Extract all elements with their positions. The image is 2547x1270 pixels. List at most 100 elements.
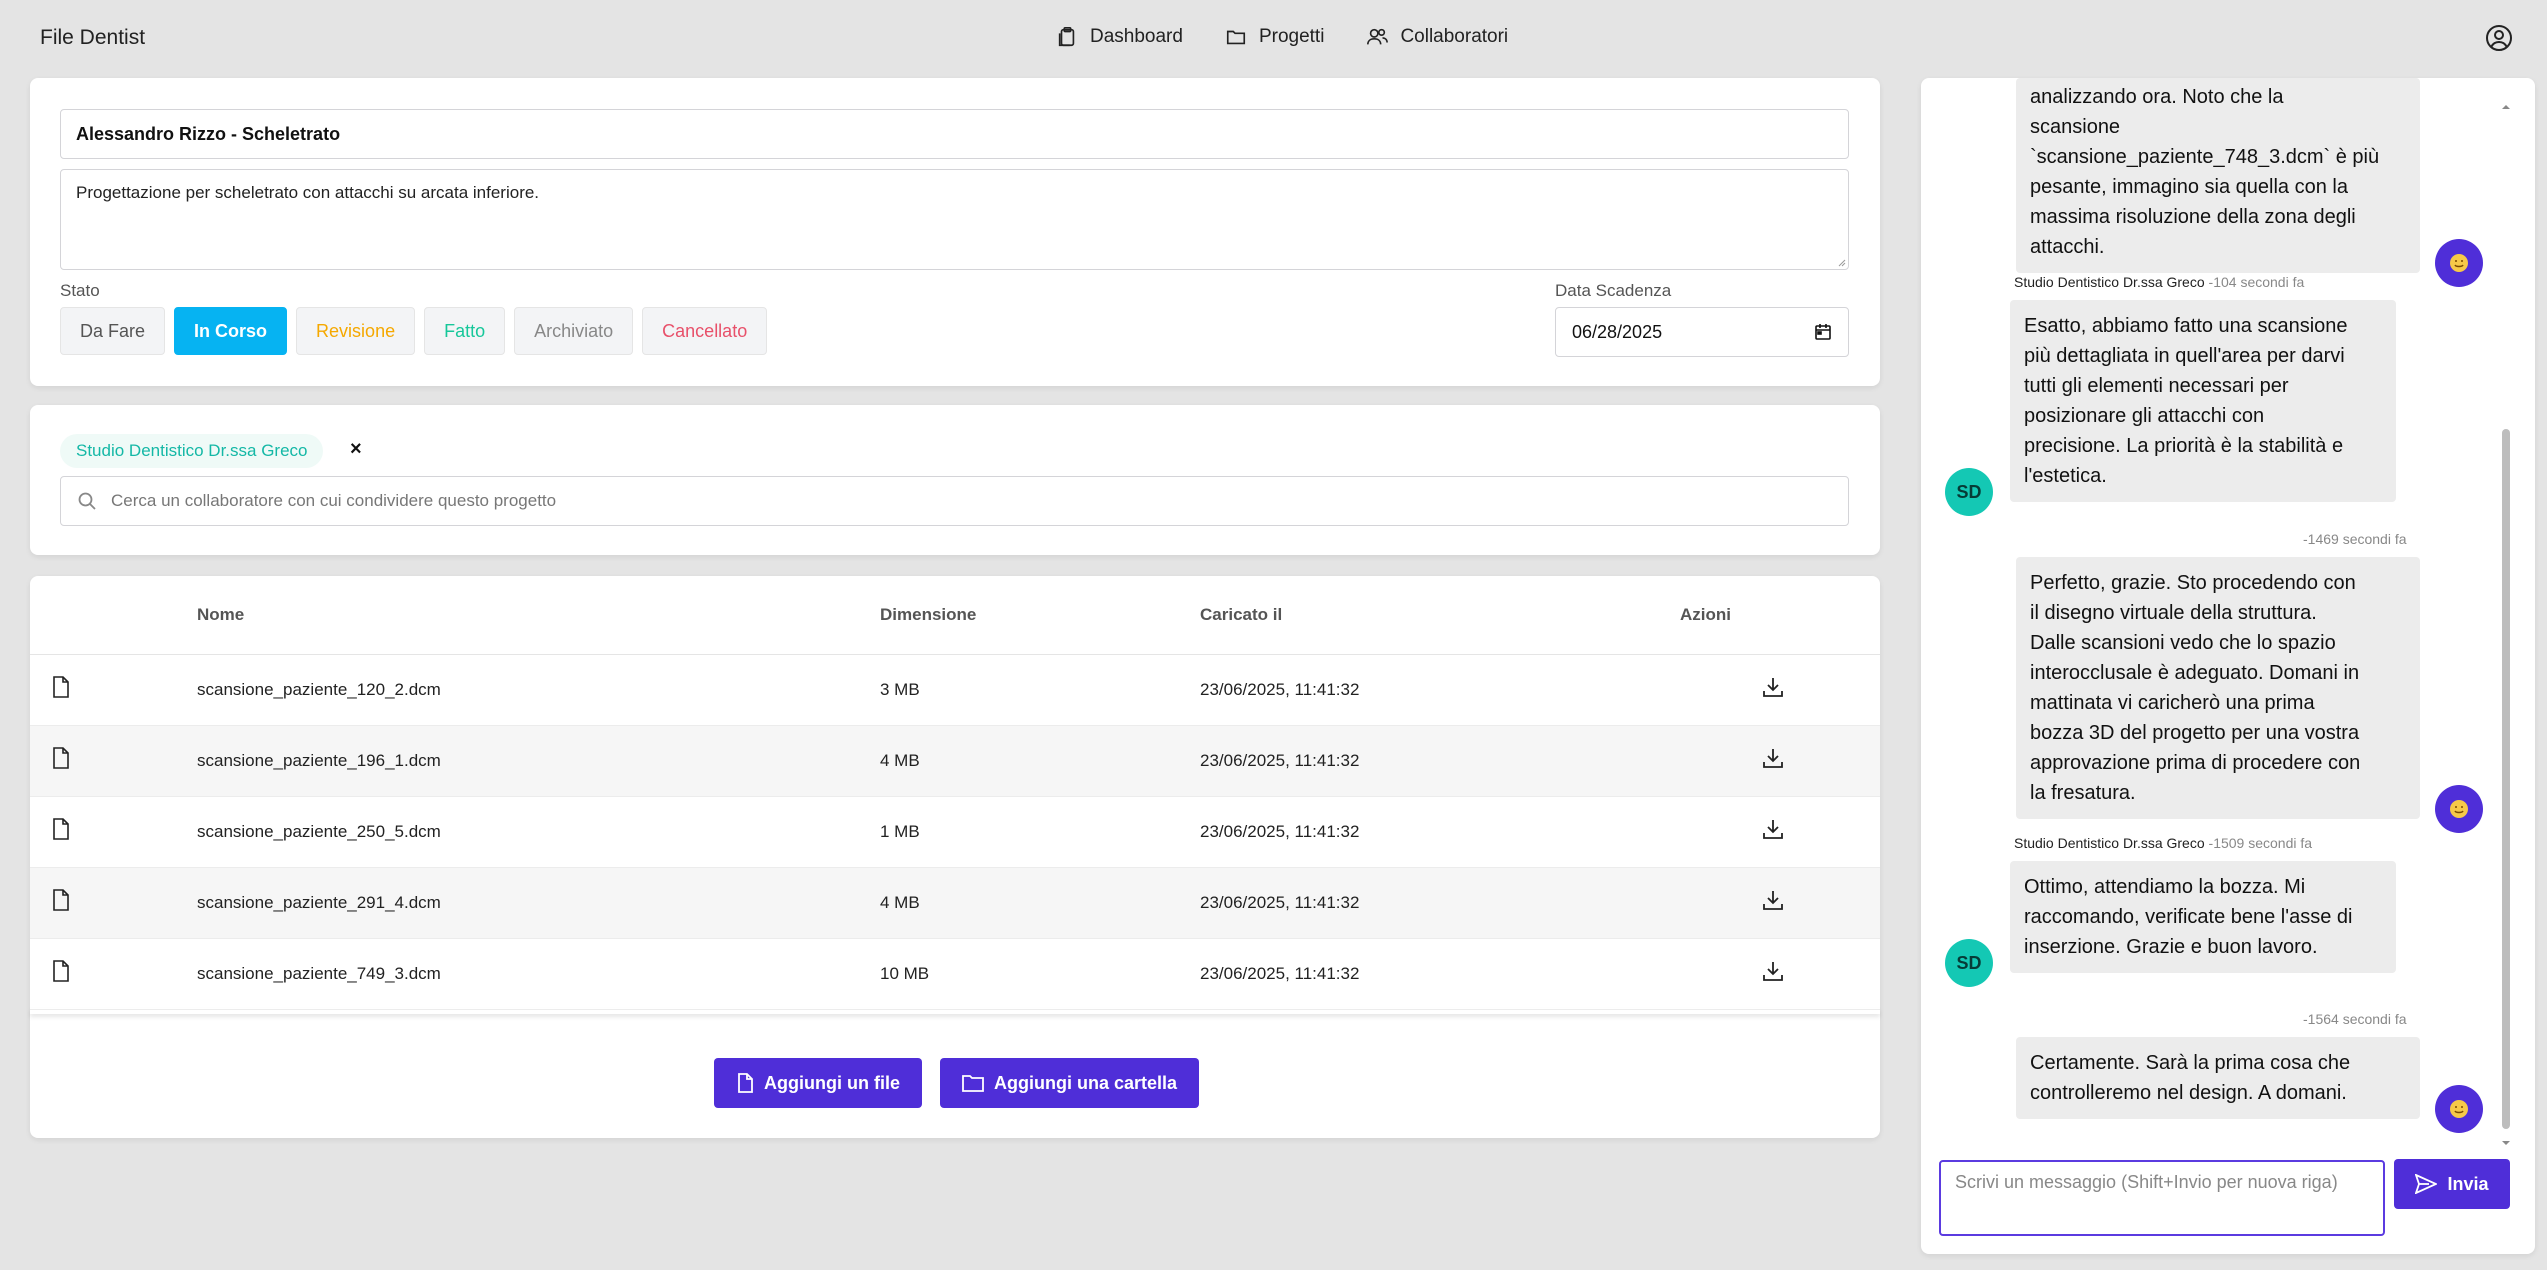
actions-column-header: Azioni [1680,576,1880,655]
download-icon[interactable] [1762,676,1784,698]
send-label: Invia [2447,1173,2489,1194]
table-row[interactable]: scansione_paziente_120_2.dcm 3 MB 23/06/20… [30,654,1880,726]
status-in-corso-button[interactable]: In Corso [174,307,288,355]
table-row[interactable]: scansione_paziente_250_5.dcm 1 MB 23/06/20… [30,796,1880,868]
table-row[interactable]: scansione_paziente_291_4.dcm 4 MB 23/06/20… [30,867,1880,939]
download-icon[interactable] [1762,818,1784,840]
collaborator-avatar: SD [1945,468,1993,516]
download-icon[interactable] [1762,889,1784,911]
project-details-card: Alessandro Rizzo - Scheletrato Progettaz… [30,78,1880,386]
message-bubble: Esatto, abbiamo fatto una scansione più d… [2010,300,2396,502]
message-line: bozza 3D del progetto per una vostra [2030,722,2360,744]
file-name[interactable]: scansione_paziente_250_5.dcm [197,796,880,868]
status-archiviato-button[interactable]: Archiviato [514,307,634,355]
message-line: interocclusale è adeguato. Domani in [2030,662,2360,684]
status-da-fare-button[interactable]: Da Fare [60,307,166,355]
project-title-input[interactable]: Alessandro Rizzo - Scheletrato [60,109,1849,159]
status-cancellato-button[interactable]: Cancellato [642,307,768,355]
add-file-label: Aggiungi un file [764,1072,900,1093]
due-date-label: Data Scadenza [1555,281,1672,300]
files-card: Nome Dimensione Caricato il Azioni scans… [30,576,1880,1138]
top-bar: File Dentist Dashboard Progetti Collabor… [0,0,2547,78]
chat-messages-list[interactable]: analizzando ora. Noto che la scansione `sc… [1921,78,2535,1133]
message-line: approvazione prima di procedere con [2030,752,2361,774]
file-uploaded: 23/06/2025, 11:41:32 [1200,938,1680,1010]
icon-column-header [30,576,197,655]
table-row[interactable]: scansione_paziente_196_1.dcm 4 MB 23/06/20… [30,725,1880,797]
file-name[interactable]: scansione_paziente_291_4.dcm [197,867,880,939]
message-line: `scansione_paziente_748_3.dcm` è più [2030,146,2380,168]
file-uploaded: 23/06/2025, 11:41:32 [1200,796,1680,868]
file-uploaded: 23/06/2025, 11:41:32 [1200,867,1680,939]
download-icon[interactable] [1762,960,1784,982]
chat-panel: analizzando ora. Noto che la scansione `sc… [1921,78,2535,1254]
user-account-icon[interactable] [2485,24,2513,52]
file-icon [53,889,69,911]
project-description-textarea[interactable]: Progettazione per scheletrato con attacc… [60,169,1849,270]
folder-icon [1226,30,1246,45]
download-icon[interactable] [1762,747,1784,769]
scroll-down-icon[interactable] [2501,1138,2511,1148]
file-actions-cell [1680,867,1880,939]
file-uploaded: 23/06/2025, 11:41:32 [1200,725,1680,797]
clipboard-icon [1058,27,1075,47]
file-size: 4 MB [880,725,1200,797]
chat-message-input[interactable]: Scrivi un messaggio (Shift+Invio per nuo… [1939,1160,2385,1236]
message-meta: Studio Dentistico Dr.ssa Greco -104 seco… [2014,274,2304,290]
resize-grip-icon[interactable] [1836,257,1846,267]
size-column-header[interactable]: Dimensione [880,576,1200,655]
message-line: scansione [2030,116,2121,138]
collaborator-chip[interactable]: Studio Dentistico Dr.ssa Greco [60,434,324,468]
file-name[interactable]: scansione_paziente_120_2.dcm [197,654,880,726]
app-title[interactable]: File Dentist [40,26,145,50]
nav-dashboard-label: Dashboard [1090,26,1183,47]
table-row[interactable]: scansione_paziente_749_3.dcm 10 MB 23/06/2… [30,938,1880,1010]
message-line: raccomando, verificate bene l'asse di [2024,906,2353,928]
users-icon [1367,28,1389,45]
chat-scrollbar-thumb[interactable] [2502,429,2510,1129]
due-date-value: 06/28/2025 [1572,321,1663,342]
uploaded-column-header[interactable]: Caricato il [1200,576,1680,655]
file-actions-cell [1680,725,1880,797]
file-size: 3 MB [880,654,1200,726]
collaborator-avatar: SD [1945,939,1993,987]
file-name[interactable]: scansione_paziente_749_3.dcm [197,938,880,1010]
remove-collaborator-button[interactable]: × [350,438,362,461]
message-sender: Studio Dentistico Dr.ssa Greco [2014,274,2209,290]
nav-dashboard[interactable]: Dashboard [1056,26,1183,48]
file-name[interactable]: scansione_paziente_196_1.dcm [197,725,880,797]
add-file-button[interactable]: Aggiungi un file [714,1058,922,1108]
file-icon [53,676,69,698]
nav-projects[interactable]: Progetti [1225,26,1324,48]
status-label: Stato [60,281,100,300]
calendar-icon[interactable] [1814,323,1832,341]
smile-icon [2450,800,2468,818]
file-icon-cell [30,867,197,939]
send-button[interactable]: Invia [2394,1159,2510,1209]
file-actions-cell [1680,796,1880,868]
message-line: l'estetica. [2024,465,2107,487]
status-revisione-button[interactable]: Revisione [296,307,416,355]
nav-collaborators[interactable]: Collaboratori [1366,26,1508,48]
file-size: 1 MB [880,796,1200,868]
collaborator-search-input[interactable]: Cerca un collaboratore con cui condivide… [60,476,1849,526]
file-actions-cell [1680,938,1880,1010]
message-line: inserzione. Grazie e buon lavoro. [2024,936,2318,958]
message-time: -104 secondi fa [2208,274,2305,290]
message-line: posizionare gli attacchi con [2024,405,2265,427]
my-avatar [2435,1085,2483,1133]
status-fatto-button[interactable]: Fatto [424,307,506,355]
message-time: -1564 secondi fa [2303,1011,2407,1027]
message-line: controlleremo nel design. A domani. [2030,1082,2347,1104]
due-date-input[interactable]: 06/28/2025 [1555,307,1849,357]
add-folder-button[interactable]: Aggiungi una cartella [940,1058,1200,1108]
file-actions-cell [1680,654,1880,726]
search-icon [78,492,96,510]
file-icon-cell [30,938,197,1010]
send-icon [2415,1174,2438,1194]
chat-scrollbar[interactable] [2499,96,2511,1145]
name-column-header[interactable]: Nome [197,576,880,655]
message-meta: Studio Dentistico Dr.ssa Greco -1509 sec… [2014,835,2312,851]
scroll-up-icon[interactable] [2501,102,2511,112]
chat-input-placeholder: Scrivi un messaggio (Shift+Invio per nuo… [1955,1172,2338,1192]
